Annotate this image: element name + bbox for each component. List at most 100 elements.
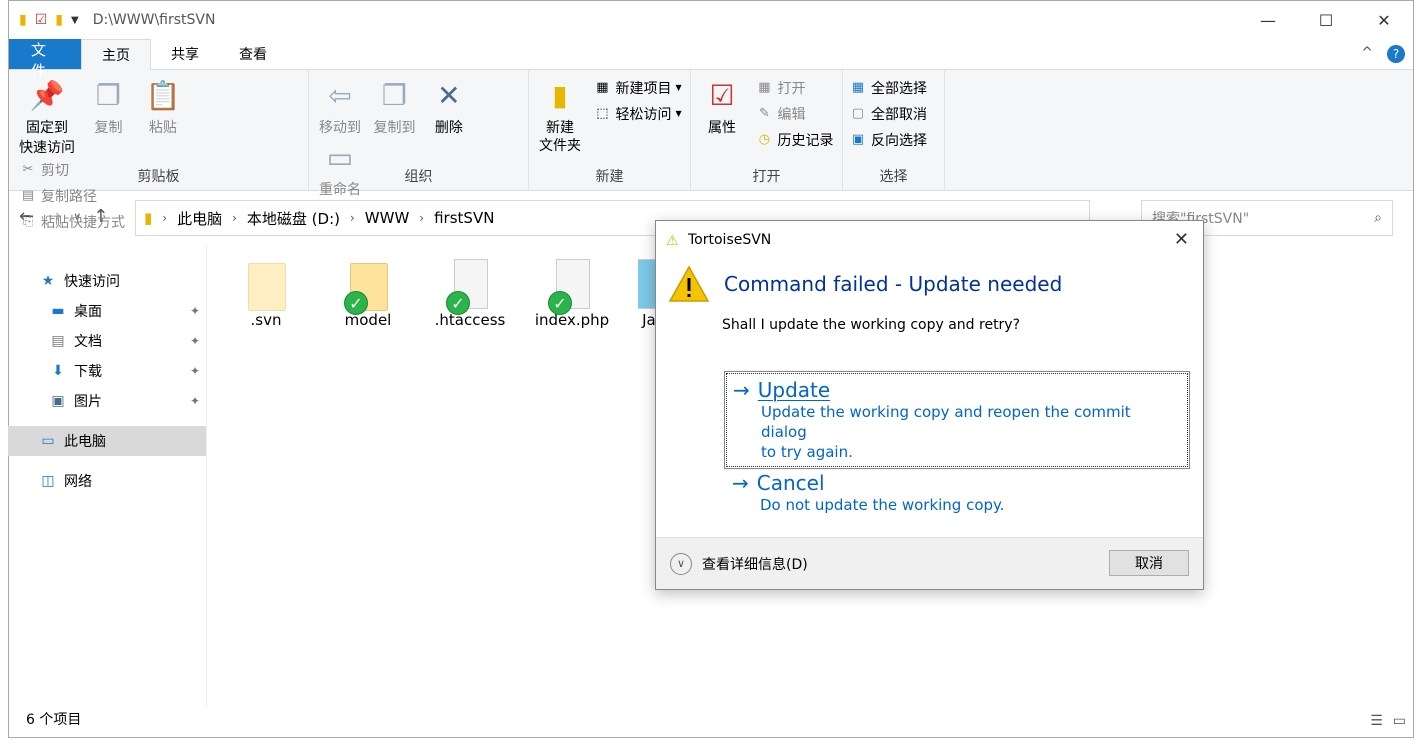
star-icon: ★ [41,273,55,289]
breadcrumb-www[interactable]: WWW [365,209,410,227]
copy-button[interactable]: ❐ 复制 [83,76,133,138]
nav-this-pc[interactable]: ▭ 此电脑 [8,426,206,456]
desktop-icon: ▬ [51,303,65,319]
nav-label: 快速访问 [64,274,120,290]
details-view-icon[interactable]: ☰ [1370,713,1383,729]
select-all-button[interactable]: ▦ 全部选择 [849,76,927,99]
paste-button[interactable]: 📋 粘贴 [138,76,188,138]
warning-icon [668,265,710,303]
nav-downloads[interactable]: ⬇ 下载 ✦ [8,356,206,386]
window-title: D:\WWW\firstSVN [92,12,216,28]
help-icon[interactable]: ? [1387,45,1405,63]
properties-icon: ☑ [709,79,735,112]
tab-share[interactable]: 共享 [151,39,219,69]
large-icons-view-icon[interactable]: ▭ [1393,713,1406,729]
easy-access-icon: ⬚ [596,106,609,121]
cancel-command-link[interactable]: → Cancel Do not update the working copy. [724,465,1190,521]
select-all-label: 全部选择 [871,80,927,97]
delete-button[interactable]: ✕ 删除 [424,76,474,138]
pin-icon: ✦ [189,304,200,318]
cancel-title: Cancel [756,471,825,495]
cancel-button[interactable]: 取消 [1109,550,1189,576]
delete-label: 删除 [434,120,463,136]
properties-quick-icon[interactable]: ☑ [35,12,48,28]
paste-shortcut-icon: ⎘ [22,214,34,229]
tortoisesvn-dialog: ⚠ TortoiseSVN ✕ Command failed - Update … [655,220,1204,590]
tab-file[interactable]: 文件 [9,39,81,80]
chevron-down-icon[interactable]: ▼ [71,15,79,26]
minimize-button[interactable]: — [1239,1,1297,39]
cancel-description: Do not update the working copy. [760,496,1005,514]
properties-button[interactable]: ☑ 属性 [697,76,747,138]
copy-path-button[interactable]: ▤ 复制路径 [19,184,125,207]
update-title: Update [757,378,831,402]
file-item[interactable]: ✓ .htaccess [434,255,506,329]
nav-documents[interactable]: ▤ 文档 ✦ [8,326,206,356]
tab-home[interactable]: 主页 [81,39,151,70]
update-command-link[interactable]: → Update Update the working copy and reop… [724,371,1190,469]
pin-icon: 📌 [29,79,65,112]
new-folder-quick-icon[interactable]: ▮ [55,12,63,28]
copy-to-icon: ❐ [381,79,407,112]
warning-icon: ⚠ [666,233,679,249]
window-controls: — ☐ ✕ [1239,1,1413,39]
select-none-button[interactable]: ▢ 全部取消 [849,102,927,125]
collapse-ribbon-icon[interactable]: ^ [1361,45,1373,63]
new-item-button[interactable]: ▦ 新建项目 ▼ [593,76,681,99]
easy-access-label: 轻松访问 [615,106,672,123]
new-folder-button[interactable]: ▮ 新建 文件夹 [535,76,585,155]
svn-normal-overlay-icon: ✓ [344,291,368,315]
tab-view[interactable]: 查看 [219,39,287,69]
invert-selection-button[interactable]: ▣ 反向选择 [849,128,927,151]
folder-icon: ✓ [344,255,390,315]
history-label: 历史记录 [777,132,834,149]
new-item-label: 新建项目 [615,80,672,97]
paste-shortcut-button[interactable]: ⎘ 粘贴快捷方式 [19,210,125,233]
new-folder-label-2: 文件夹 [539,138,581,154]
paste-icon: 📋 [145,79,181,112]
history-button[interactable]: ◷ 历史记录 [755,128,834,151]
file-item[interactable]: .svn [230,255,302,329]
copy-to-label: 复制到 [373,120,416,136]
breadcrumb-firstsvn[interactable]: firstSVN [434,209,494,227]
breadcrumb-drive[interactable]: 本地磁盘 (D:) [247,208,340,229]
clipboard-group-label: 剪贴板 [137,169,180,185]
chevron-right-icon: › [232,211,237,225]
history-icon: ◷ [758,132,771,147]
select-group: ▦ 全部选择 ▢ 全部取消 ▣ 反向选择 选择 [843,70,945,190]
select-small-buttons: ▦ 全部选择 ▢ 全部取消 ▣ 反向选择 [849,76,927,151]
edit-button[interactable]: ✎ 编辑 [755,102,833,125]
select-group-label: 选择 [879,169,908,185]
documents-icon: ▤ [51,333,65,349]
dialog-close-button[interactable]: ✕ [1174,229,1189,250]
chevron-down-icon[interactable]: ∨ [670,552,692,575]
move-to-button[interactable]: ⇦ 移动到 [315,76,365,138]
new-group-label: 新建 [595,169,624,185]
close-button[interactable]: ✕ [1355,1,1413,39]
breadcrumb-this-pc[interactable]: 此电脑 [177,208,222,229]
navigation-pane: ★ 快速访问 ▬ 桌面 ✦ ▤ 文档 ✦ ⬇ 下载 ✦ ▣ 图片 ✦ ▭ 此电脑 ◫ 网络 [8,246,206,706]
file-item[interactable]: ✓ index.php [535,255,609,329]
svn-normal-overlay-icon: ✓ [548,291,572,315]
easy-access-button[interactable]: ⬚ 轻松访问 ▼ [593,102,681,125]
arrow-right-icon: → [733,378,750,402]
nav-network[interactable]: ◫ 网络 [8,466,206,496]
computer-icon: ▭ [41,433,55,449]
nav-pictures[interactable]: ▣ 图片 ✦ [8,386,206,416]
network-icon: ◫ [41,473,55,489]
pin-quick-access-button[interactable]: 📌 固定到 快速访问 [15,76,79,158]
dialog-footer: ∨ 查看详细信息(D) 取消 [656,537,1203,589]
nav-desktop[interactable]: ▬ 桌面 ✦ [8,296,206,326]
pin-icon: ✦ [189,364,200,378]
open-button[interactable]: ▦ 打开 [755,76,833,99]
pictures-icon: ▣ [51,393,65,409]
open-icon: ▦ [758,80,771,95]
file-item[interactable]: ✓ model [332,255,404,329]
nav-quick-access[interactable]: ★ 快速访问 [8,266,206,296]
details-toggle[interactable]: 查看详细信息(D) [702,554,808,574]
edit-icon: ✎ [759,106,770,121]
maximize-button[interactable]: ☐ [1297,1,1355,39]
copy-to-button[interactable]: ❐ 复制到 [369,76,419,138]
clipboard-group: 📌 固定到 快速访问 ❐ 复制 📋 粘贴 ✂ 剪切 ▤ 复制路径 ⎘ 粘贴快捷方式 剪… [9,70,309,231]
nav-label: 桌面 [74,304,102,320]
